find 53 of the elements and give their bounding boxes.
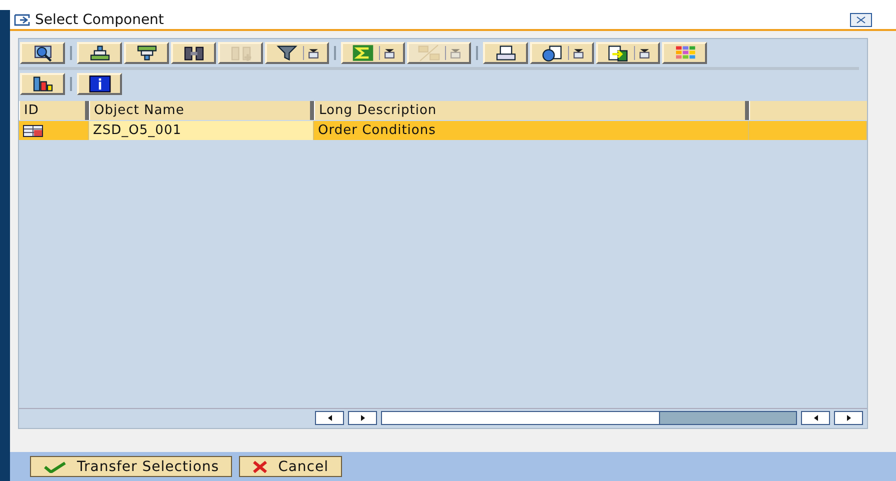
printer-button[interactable] <box>483 42 528 64</box>
sort-descending-button[interactable] <box>124 42 169 64</box>
sort-ascending-icon <box>88 44 112 62</box>
close-icon <box>856 16 866 24</box>
dropdown-icon <box>384 48 395 58</box>
left-arrow-icon <box>326 414 334 422</box>
scroll-left-button[interactable] <box>315 411 344 425</box>
subtotal-icon <box>417 44 441 62</box>
dropdown-icon <box>639 48 650 58</box>
binoculars-button[interactable] <box>171 42 216 64</box>
search-button[interactable] <box>20 42 65 64</box>
document-globe-button[interactable] <box>530 42 594 64</box>
scroll-right-button[interactable] <box>348 411 377 425</box>
transfer-button[interactable]: Transfer Selections <box>30 456 232 477</box>
window-title: Select Component <box>35 12 165 28</box>
binoculars-icon <box>182 44 206 62</box>
window-icon <box>14 14 32 26</box>
right-arrow-icon <box>844 414 852 422</box>
table-cell: Order Conditions <box>314 121 749 140</box>
sum-button[interactable] <box>341 42 405 64</box>
info-button[interactable] <box>77 73 122 95</box>
sort-ascending-button[interactable] <box>77 42 122 64</box>
table-icon <box>23 124 43 136</box>
cross-icon <box>252 460 268 472</box>
filter-button[interactable] <box>265 42 329 64</box>
export-icon <box>606 44 630 62</box>
scroll-left-button[interactable] <box>801 411 830 425</box>
column-header[interactable]: Object Name <box>89 101 314 120</box>
dropdown-icon <box>573 48 584 58</box>
document-globe-icon <box>540 44 564 62</box>
dropdown-icon <box>450 48 461 58</box>
left-arrow-icon <box>812 414 820 422</box>
column-header[interactable]: ID <box>19 101 89 120</box>
table-cell: ZSD_O5_001 <box>89 121 314 140</box>
scroll-right-button[interactable] <box>834 411 863 425</box>
printer-icon <box>494 44 518 62</box>
bar-chart-icon <box>30 75 54 93</box>
sort-descending-icon <box>134 44 158 62</box>
binoculars-icon <box>228 44 252 62</box>
grid-button[interactable] <box>662 42 707 64</box>
close-button[interactable] <box>850 12 872 26</box>
filter-icon <box>275 44 299 62</box>
export-button[interactable] <box>596 42 660 64</box>
dropdown-icon <box>308 48 319 58</box>
checkmark-icon <box>43 460 67 472</box>
column-header[interactable]: Long Description <box>314 101 749 120</box>
table-row[interactable]: ZSD_O5_001 Order Conditions <box>19 121 867 140</box>
info-icon <box>88 75 112 93</box>
bar-chart-button[interactable] <box>20 73 65 95</box>
horizontal-scrollbar[interactable] <box>381 411 797 425</box>
cancel-button[interactable]: Cancel <box>239 456 342 477</box>
right-arrow-icon <box>358 414 366 422</box>
sum-icon <box>351 44 375 62</box>
